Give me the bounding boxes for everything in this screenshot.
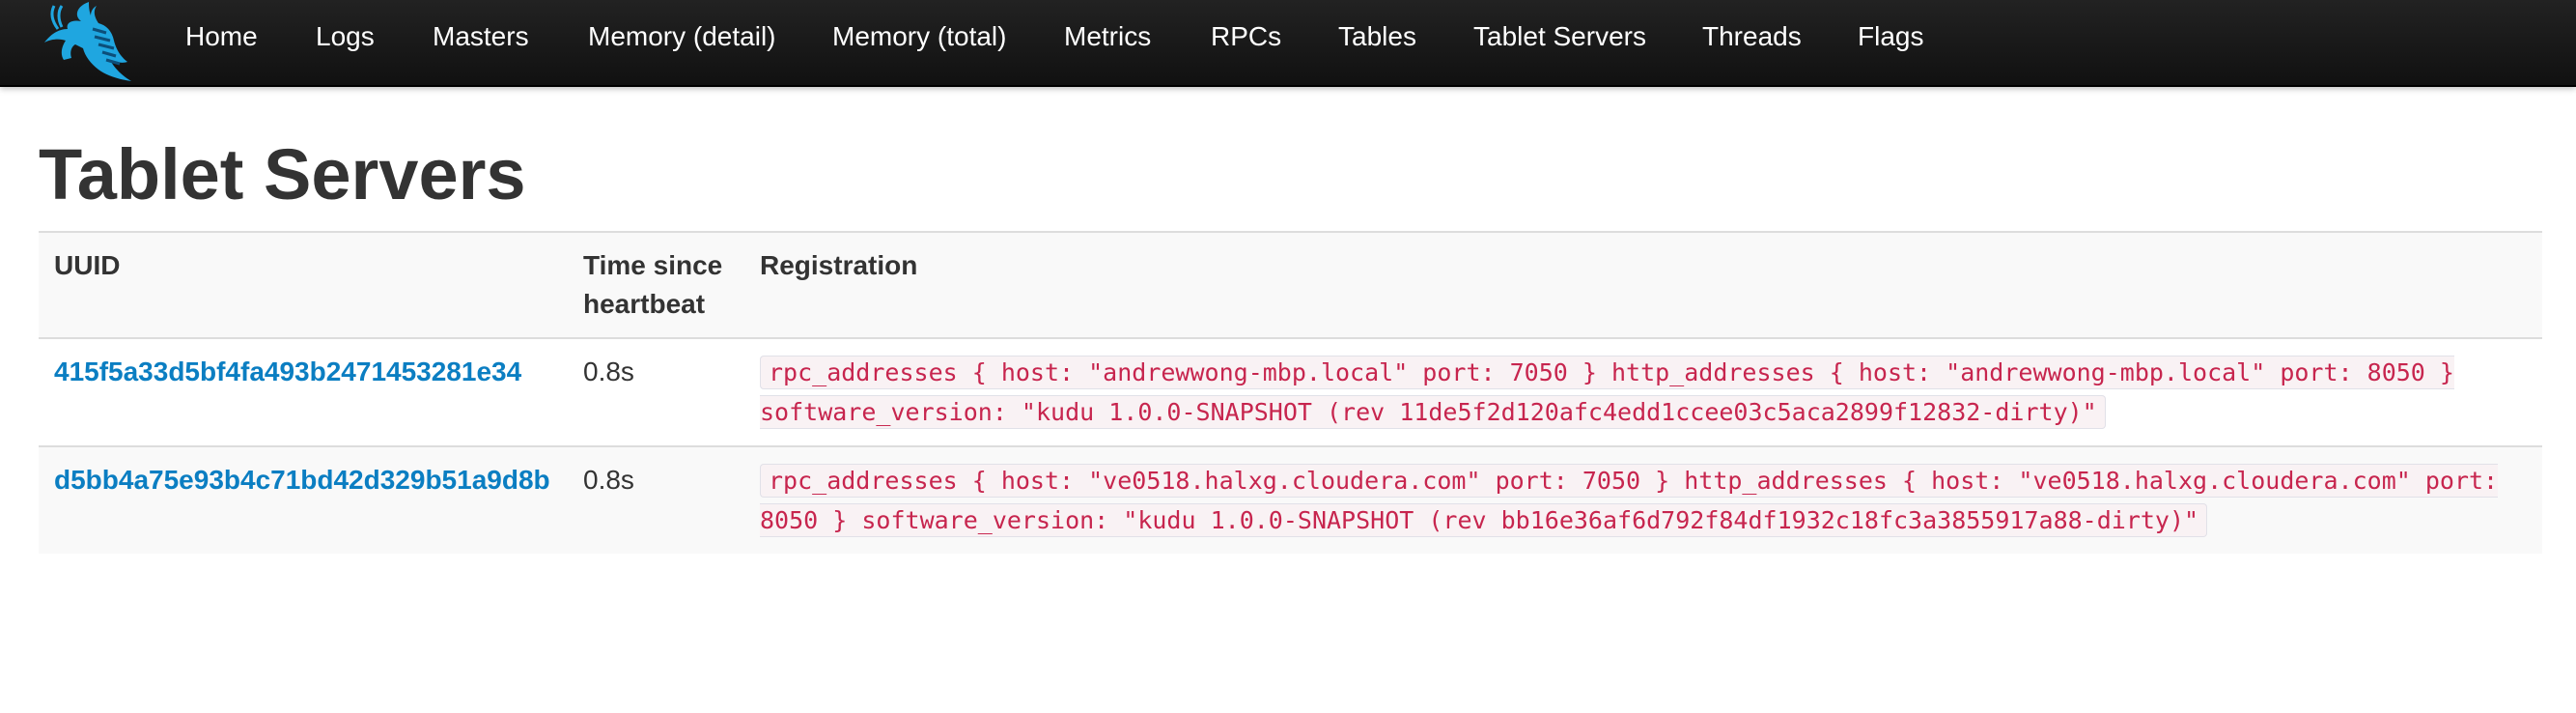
nav-threads[interactable]: Threads [1702, 19, 1802, 54]
tablet-server-uuid-link[interactable]: d5bb4a75e93b4c71bd42d329b51a9d8b [54, 465, 550, 495]
nav-rpcs[interactable]: RPCs [1211, 19, 1281, 54]
uuid-cell: d5bb4a75e93b4c71bd42d329b51a9d8b [39, 445, 568, 554]
registration-code: rpc_addresses { host: "ve0518.halxg.clou… [760, 464, 2499, 537]
nav-flags[interactable]: Flags [1858, 19, 1923, 54]
tablet-servers-table: UUID Time since heartbeat Registration 4… [39, 231, 2542, 554]
nav-masters[interactable]: Masters [433, 19, 529, 54]
nav-logs[interactable]: Logs [316, 19, 375, 54]
table-header-row: UUID Time since heartbeat Registration [39, 231, 2542, 338]
heartbeat-cell: 0.8s [568, 445, 744, 554]
table-row: 415f5a33d5bf4fa493b2471453281e34 0.8s rp… [39, 337, 2542, 446]
nav-memory-detail[interactable]: Memory (detail) [588, 19, 775, 54]
nav-home[interactable]: Home [185, 19, 258, 54]
tablet-server-uuid-link[interactable]: 415f5a33d5bf4fa493b2471453281e34 [54, 356, 521, 386]
kudu-antelope-logo-icon[interactable] [39, 0, 156, 83]
page-title: Tablet Servers [39, 134, 526, 214]
nav-tablet-servers[interactable]: Tablet Servers [1473, 19, 1646, 54]
nav-tables[interactable]: Tables [1338, 19, 1416, 54]
registration-code: rpc_addresses { host: "andrewwong-mbp.lo… [760, 356, 2454, 429]
nav-memory-total[interactable]: Memory (total) [832, 19, 1006, 54]
registration-cell: rpc_addresses { host: "ve0518.halxg.clou… [744, 445, 2542, 554]
column-header-uuid: UUID [39, 231, 568, 338]
column-header-heartbeat: Time since heartbeat [568, 231, 744, 338]
registration-cell: rpc_addresses { host: "andrewwong-mbp.lo… [744, 337, 2542, 446]
table-row: d5bb4a75e93b4c71bd42d329b51a9d8b 0.8s rp… [39, 445, 2542, 554]
column-header-registration: Registration [744, 231, 2542, 338]
nav-metrics[interactable]: Metrics [1064, 19, 1151, 54]
uuid-cell: 415f5a33d5bf4fa493b2471453281e34 [39, 337, 568, 446]
top-navbar: Home Logs Masters Memory (detail) Memory… [0, 0, 2576, 87]
heartbeat-cell: 0.8s [568, 337, 744, 446]
